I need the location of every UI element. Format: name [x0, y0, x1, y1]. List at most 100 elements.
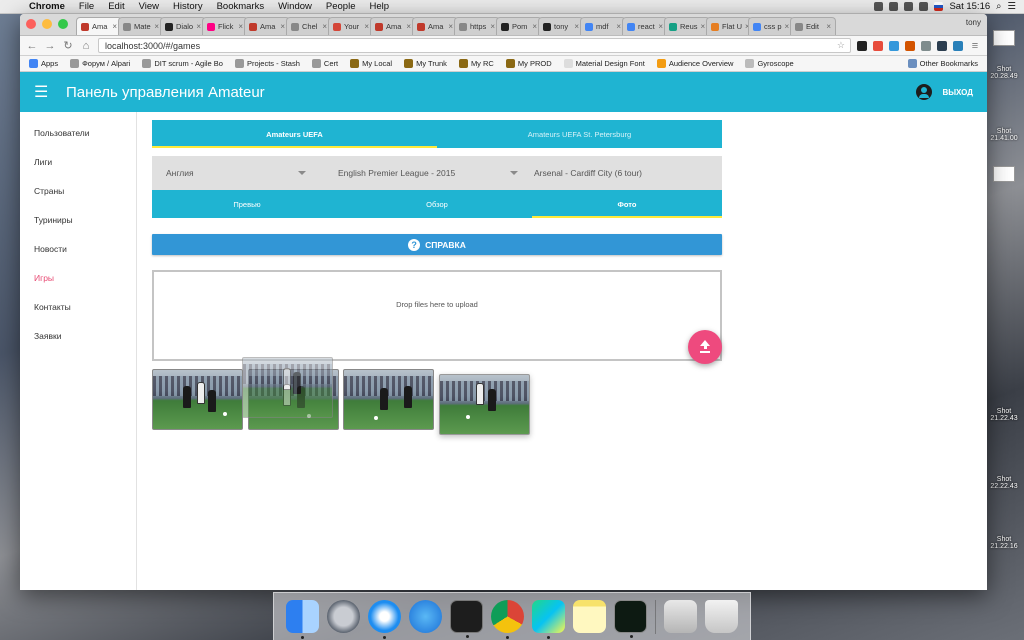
bookmark-item[interactable]: My RC: [454, 59, 499, 68]
bookmark-item[interactable]: Apps: [24, 59, 63, 68]
chrome-menu-icon[interactable]: ≡: [969, 40, 981, 52]
sidebar-item-news[interactable]: Новости: [20, 234, 136, 263]
desktop-file[interactable]: [988, 30, 1020, 47]
finder-icon[interactable]: [286, 600, 319, 639]
close-tab-icon[interactable]: ×: [112, 22, 117, 31]
upload-fab-button[interactable]: [688, 330, 722, 364]
browser-tab[interactable]: Chel ×: [286, 17, 332, 35]
desktop-file[interactable]: Shot 21.41.00: [988, 128, 1020, 142]
flag-icon[interactable]: [934, 2, 944, 11]
clock[interactable]: Sat 15:16: [949, 1, 990, 12]
browser-tab[interactable]: tony ×: [538, 17, 584, 35]
trash-icon[interactable]: [705, 600, 738, 633]
browser-tab[interactable]: Ama ×: [370, 17, 416, 35]
sidebar-item-tournaments[interactable]: Туриниры: [20, 205, 136, 234]
bookmark-item[interactable]: DIT scrum - Agile Bo: [137, 59, 228, 68]
close-tab-icon[interactable]: ×: [701, 22, 706, 31]
logout-button[interactable]: выход: [942, 88, 973, 97]
bookmark-item[interactable]: Gyroscope: [740, 59, 798, 68]
other-bookmarks[interactable]: Other Bookmarks: [903, 59, 983, 68]
tab-preview[interactable]: Превью: [152, 190, 342, 218]
close-tab-icon[interactable]: ×: [658, 22, 663, 31]
browser-tab[interactable]: Pom ×: [496, 17, 542, 35]
close-tab-icon[interactable]: ×: [406, 22, 411, 31]
bookmark-item[interactable]: Форум / Alpari: [65, 59, 135, 68]
bookmark-item[interactable]: Audience Overview: [652, 59, 739, 68]
reload-icon[interactable]: ↻: [62, 39, 74, 52]
close-tab-icon[interactable]: ×: [322, 22, 327, 31]
extension-icon[interactable]: [857, 40, 867, 51]
browser-tab[interactable]: https ×: [454, 17, 500, 35]
desktop-file[interactable]: [988, 166, 1020, 183]
extension-icon[interactable]: [905, 40, 915, 51]
minimize-window-icon[interactable]: [42, 19, 52, 29]
browser-tab[interactable]: Dialo ×: [160, 17, 206, 35]
desktop-file[interactable]: Shot 22.22.43: [988, 476, 1020, 490]
extension-icon[interactable]: [873, 40, 883, 51]
close-tab-icon[interactable]: ×: [490, 22, 495, 31]
browser-tab[interactable]: Ama ×: [244, 17, 290, 35]
desktop-file[interactable]: Shot 21.22.43: [988, 408, 1020, 422]
bookmark-item[interactable]: Material Design Font: [559, 59, 650, 68]
sidebar-item-countries[interactable]: Страны: [20, 176, 136, 205]
menu-history[interactable]: History: [166, 1, 210, 12]
menu-icon[interactable]: ☰: [34, 82, 54, 102]
sidebar-item-users[interactable]: Пользователи: [20, 118, 136, 147]
close-window-icon[interactable]: [26, 19, 36, 29]
extension-icon[interactable]: [937, 40, 947, 51]
bookmark-item[interactable]: My PROD: [501, 59, 557, 68]
chrome-icon[interactable]: [491, 600, 524, 639]
browser-tab[interactable]: react ×: [622, 17, 668, 35]
close-tab-icon[interactable]: ×: [196, 22, 201, 31]
battery-icon[interactable]: [919, 2, 929, 11]
browser-tab[interactable]: Flick ×: [202, 17, 248, 35]
activity-monitor-icon[interactable]: [614, 600, 647, 638]
bookmark-item[interactable]: Projects - Stash: [230, 59, 305, 68]
browser-tab[interactable]: css p ×: [748, 17, 794, 35]
url-field[interactable]: localhost:3000/#/games ☆: [98, 38, 851, 53]
close-tab-icon[interactable]: ×: [785, 22, 790, 31]
sidebar-item-requests[interactable]: Заявки: [20, 321, 136, 350]
browser-tab[interactable]: Mate ×: [118, 17, 164, 35]
photo-thumbnail[interactable]: [439, 374, 530, 435]
webstorm-icon[interactable]: [532, 600, 565, 639]
status-icon[interactable]: [874, 2, 884, 11]
photo-thumbnail[interactable]: [343, 369, 434, 430]
downloads-icon[interactable]: [664, 600, 697, 633]
back-icon[interactable]: ←: [26, 40, 38, 52]
tab-amateurs-uefa[interactable]: Amateurs UEFA: [152, 120, 437, 148]
zoom-window-icon[interactable]: [58, 19, 68, 29]
extension-icon[interactable]: [953, 40, 963, 51]
close-tab-icon[interactable]: ×: [616, 22, 621, 31]
app-store-icon[interactable]: [409, 600, 442, 633]
home-icon[interactable]: ⌂: [80, 40, 92, 52]
match-select[interactable]: Arsenal - Cardiff City (6 tour): [534, 168, 642, 178]
browser-tab[interactable]: Ama ×: [76, 17, 122, 35]
browser-tab[interactable]: Your ×: [328, 17, 374, 35]
browser-tab[interactable]: mdf ×: [580, 17, 626, 35]
tab-overview[interactable]: Обзор: [342, 190, 532, 218]
close-tab-icon[interactable]: ×: [448, 22, 453, 31]
volume-icon[interactable]: [904, 2, 914, 11]
help-button[interactable]: ? справка: [152, 234, 722, 255]
menu-file[interactable]: File: [72, 1, 101, 12]
country-select[interactable]: Англия: [166, 168, 306, 178]
menu-people[interactable]: People: [319, 1, 363, 12]
browser-tab[interactable]: Edit ×: [790, 17, 836, 35]
season-select[interactable]: English Premier League - 2015: [338, 168, 518, 178]
forward-icon[interactable]: →: [44, 40, 56, 52]
launchpad-icon[interactable]: [327, 600, 360, 633]
menu-view[interactable]: View: [132, 1, 166, 12]
safari-icon[interactable]: [368, 600, 401, 639]
close-tab-icon[interactable]: ×: [280, 22, 285, 31]
bookmark-item[interactable]: My Local: [345, 59, 397, 68]
extension-icon[interactable]: [889, 40, 899, 51]
menu-edit[interactable]: Edit: [101, 1, 131, 12]
menu-app[interactable]: Chrome: [22, 1, 72, 12]
close-tab-icon[interactable]: ×: [826, 22, 831, 31]
sidebar-item-games[interactable]: Игры: [20, 263, 136, 292]
wifi-icon[interactable]: [889, 2, 899, 11]
terminal-icon[interactable]: [450, 600, 483, 638]
close-tab-icon[interactable]: ×: [532, 22, 537, 31]
sidebar-item-leagues[interactable]: Лиги: [20, 147, 136, 176]
